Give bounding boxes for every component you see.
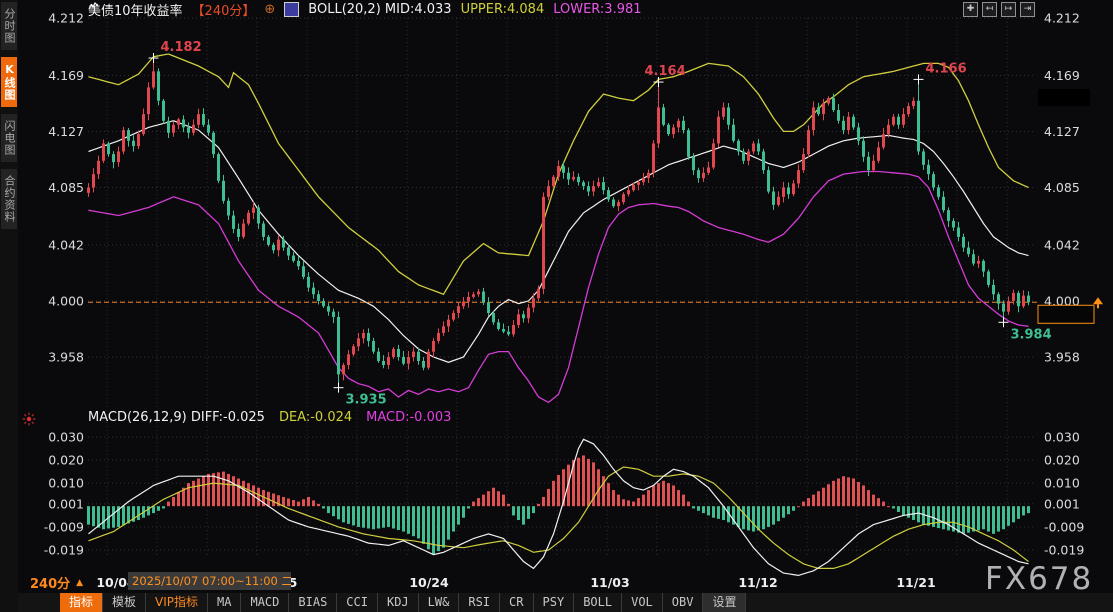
toolbar-item-9[interactable]: RSI [459,593,500,612]
toolbar-item-13[interactable]: VOL [622,593,663,612]
svg-text:11/21: 11/21 [896,575,935,590]
period-label: 【240分】 [192,0,256,19]
macd-lines [89,439,1029,575]
candles [87,58,1030,388]
bollinger-bands [89,54,1029,402]
toolbar-item-12[interactable]: BOLL [574,593,622,612]
toolbar-item-8[interactable]: LW& [419,593,460,612]
svg-text:10/24: 10/24 [409,575,449,590]
watermark: FX678 [985,561,1093,597]
toolbar-item-7[interactable]: KDJ [378,593,419,612]
svg-text:0.010: 0.010 [48,476,84,491]
svg-text:4.212: 4.212 [1044,11,1080,26]
pan-icon[interactable]: ✚ [963,2,978,17]
svg-text:4.000: 4.000 [48,293,84,308]
svg-text:3.958: 3.958 [1044,349,1080,364]
boll-lower-legend: LOWER:3.981 [553,2,641,17]
toolbar-item-15[interactable]: 设置 [703,593,746,612]
macd-dea-legend: DEA:-0.024 [279,410,352,425]
svg-text:0.030: 0.030 [48,430,84,445]
instrument-title: 美债10年收益率 [88,0,183,19]
axis-scale-right-icon[interactable]: ↦ [1001,2,1016,17]
svg-text:3.935: 3.935 [346,393,387,408]
svg-text:4.042: 4.042 [48,237,84,252]
svg-text:4.127: 4.127 [1044,124,1080,139]
toolbar-item-6[interactable]: CCI [337,593,378,612]
indicator-toolbar: 指标模板VIP指标MAMACDBIASCCIKDJLW&RSICRPSYBOLL… [18,593,1113,612]
svg-text:4.169: 4.169 [48,68,84,83]
svg-text:4.212: 4.212 [48,11,84,26]
svg-text:11/12: 11/12 [738,575,777,590]
svg-text:-0.009: -0.009 [1044,519,1084,534]
svg-text:0.001: 0.001 [48,496,84,511]
macd-hist-legend: MACD:-0.003 [366,410,451,425]
axis-scale-left-icon[interactable]: ↤ [982,2,997,17]
svg-text:4.182: 4.182 [161,40,202,55]
toolbar-item-11[interactable]: PSY [534,593,575,612]
svg-text:11/03: 11/03 [590,575,629,590]
chevron-up-icon: ▲ [76,578,83,588]
extreme-annotations: 4.182 3.935 4.164 4.166 3.984 [149,40,1052,408]
toolbar-item-1[interactable]: 模板 [103,593,146,612]
mini-chart-icon[interactable] [284,2,299,17]
svg-text:-0.009: -0.009 [44,519,84,534]
toolbar-item-10[interactable]: CR [500,593,533,612]
period-selector[interactable]: 240分 ▲ [30,573,83,592]
period-selector-label: 240分 [30,573,70,592]
svg-text:4.169: 4.169 [1044,68,1080,83]
bar-info-tooltip: 2025/10/07 07:00~11:00 二 [128,572,291,590]
svg-text:0.030: 0.030 [1044,430,1080,445]
svg-text:4.085: 4.085 [1044,180,1080,195]
svg-text:3.984: 3.984 [1011,327,1052,342]
boll-upper-legend: UPPER:4.084 [461,2,545,17]
svg-text:0.020: 0.020 [1044,453,1080,468]
macd-legend: MACD(26,12,9) DIFF:-0.025 DEA:-0.024 MAC… [88,410,451,425]
sidebar-tab-0[interactable]: 分时图 [1,2,17,50]
svg-text:4.085: 4.085 [48,180,84,195]
toolbar-item-5[interactable]: BIAS [289,593,337,612]
chart-tool-icons: ✚ ↤ ↦ ⇥ [963,2,1035,17]
macd-diff-line [89,439,1029,575]
svg-text:3.958: 3.958 [48,349,84,364]
toolbar-item-4[interactable]: MACD [241,593,289,612]
chart-type-sidebar: 分时图 K线图闪电图合约资料 [0,0,18,612]
sidebar-tab-3[interactable]: 合约资料 [1,169,17,229]
svg-text:0.020: 0.020 [48,453,84,468]
svg-text:-0.019: -0.019 [44,543,84,558]
boll-mid-band [89,121,1029,362]
toolbar-item-14[interactable]: OBV [663,593,704,612]
svg-text:4.166: 4.166 [926,61,967,76]
zigzag-icon [88,1,99,12]
link-icon[interactable]: ⊕ [264,3,275,16]
svg-text:4.164: 4.164 [645,64,686,79]
price-chart-canvas[interactable]: 4.182 3.935 4.164 4.166 3.984 4.212 4.212 4.169… [0,0,1113,612]
toolbar-item-0[interactable]: 指标 [60,593,103,612]
toolbar-item-3[interactable]: MA [208,593,241,612]
macd-main-legend: MACD(26,12,9) DIFF:-0.025 [88,410,265,425]
sidebar-tab-1[interactable]: K线图 [1,57,17,107]
trading-chart-app: 4.182 3.935 4.164 4.166 3.984 4.212 4.212 4.169… [0,0,1113,612]
svg-text:-0.019: -0.019 [1044,543,1084,558]
svg-text:0.001: 0.001 [1044,496,1080,511]
sidebar-tab-2[interactable]: 闪电图 [1,114,17,162]
shift-right-icon[interactable]: ⇥ [1020,2,1035,17]
svg-text:4.042: 4.042 [1044,237,1080,252]
svg-text:4.127: 4.127 [48,124,84,139]
price-up-arrow-icon [1093,297,1103,304]
svg-text:0.010: 0.010 [1044,476,1080,491]
toolbar-item-2[interactable]: VIP指标 [146,593,208,612]
boll-legend: BOLL(20,2) MID:4.033 [308,2,451,17]
chart-header: 美债10年收益率 【240分】 ⊕ BOLL(20,2) MID:4.033 U… [88,1,642,18]
